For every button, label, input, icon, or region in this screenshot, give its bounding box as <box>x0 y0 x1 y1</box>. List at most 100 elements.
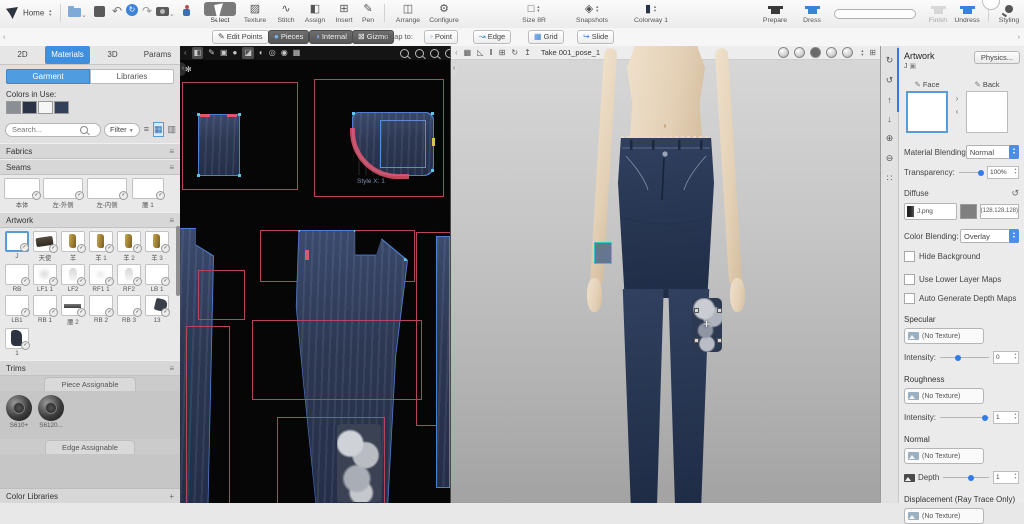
artwork-item[interactable]: ✓天使 <box>31 231 59 262</box>
grid-2d-icon[interactable]: ▦ <box>293 47 301 59</box>
roughness-intensity-slider[interactable] <box>940 417 989 418</box>
search-box[interactable] <box>5 123 101 137</box>
edit-points-button[interactable]: ✎Edit Points <box>212 30 269 44</box>
artwork-item[interactable]: ✓RB <box>3 264 31 293</box>
transparency-value[interactable]: 100% ▲▼ <box>987 166 1019 179</box>
copy-right-icon[interactable]: › <box>956 94 959 103</box>
pen-2d-icon[interactable]: ✎ <box>208 47 215 59</box>
finish-button[interactable]: Finish <box>924 2 952 24</box>
expand-right-icon[interactable]: › <box>1018 32 1021 41</box>
view-front-icon[interactable] <box>778 47 789 58</box>
tab-libraries[interactable]: Libraries <box>90 69 174 84</box>
collapse-3d-icon[interactable]: ‹ <box>455 48 458 57</box>
target-2d-icon[interactable]: ◉ <box>281 47 288 59</box>
artwork-item[interactable]: ✓RF2 <box>115 264 143 293</box>
styling-button[interactable]: Styling <box>996 2 1022 24</box>
tab-2d[interactable]: 2D <box>0 46 45 64</box>
take-pose-selector[interactable]: Take 001_pose_1 <box>541 48 600 57</box>
list-view-icon[interactable]: ≡ <box>143 122 150 137</box>
sync-button[interactable]: ↻ <box>126 4 138 16</box>
physics-button[interactable]: Physics... <box>974 51 1020 64</box>
edge-assignable-tab[interactable]: Edge Assignable <box>0 439 180 454</box>
avatar-button[interactable] <box>182 4 191 19</box>
artwork-item[interactable]: ✓羊 1 <box>87 231 115 262</box>
2d-pattern-view[interactable]: ‹ ◧ ✎ ▣ ● ◪ ◐ ◎ ◉ ▦ ‹ ✻ Style X: 1 <box>180 46 451 503</box>
view-side-icon[interactable] <box>826 47 837 58</box>
tab-materials[interactable]: Materials <box>45 46 90 64</box>
depth-slider[interactable] <box>943 477 989 478</box>
artwork-item[interactable]: ✓LB 1 <box>143 264 171 293</box>
3d-garment-view[interactable]: ‹ ▦ ◺ ‖ ⊞ ↻ ↥ Take 001_pose_1 ▲▼ ▲▼ ⊞ ‹ <box>451 46 880 503</box>
view-top-icon[interactable] <box>842 47 853 58</box>
filter-dropdown[interactable]: Filter ▼ <box>104 123 140 137</box>
snap-grid-toggle[interactable]: ▦Grid <box>528 30 564 44</box>
prepare-button[interactable]: Prepare <box>758 2 792 24</box>
window-layout-icon[interactable]: ⊞ <box>869 48 876 57</box>
trims-section-header[interactable]: Trims≡ <box>0 360 180 376</box>
back-swatch[interactable] <box>966 91 1008 133</box>
roughness-intensity-value[interactable]: 1 ▲▼ <box>993 411 1019 424</box>
undo-button[interactable]: ↶ <box>112 4 122 18</box>
3d-collapse-handle[interactable]: ‹ <box>451 62 457 76</box>
hide-background-checkbox[interactable] <box>904 251 915 262</box>
fabrics-section-header[interactable]: Fabrics≡ <box>0 143 180 159</box>
gizmo-handle[interactable] <box>694 308 699 313</box>
internal-toggle[interactable]: ◑Internal <box>309 30 353 44</box>
tool-pen[interactable]: ✎ Pen <box>356 2 380 24</box>
image-2d-icon[interactable]: ▣ <box>220 47 228 59</box>
colorway-selector[interactable]: ▮▲▼ Colorway 1 <box>628 2 674 24</box>
tab-garment[interactable]: Garment <box>6 69 90 84</box>
specular-texture-button[interactable]: (No Texture) <box>904 328 984 344</box>
info-2d-icon[interactable]: ◎ <box>269 47 276 59</box>
collapse-2d-icon[interactable]: ‹ <box>184 47 187 59</box>
cards-view-icon[interactable]: ▥ <box>167 122 178 137</box>
view-three-quarter-icon[interactable] <box>794 47 805 58</box>
color-libraries-header[interactable]: Color Libraries+ <box>0 488 180 503</box>
pieces-toggle[interactable]: ●Pieces <box>268 30 309 44</box>
size-selector[interactable]: □▲▼ Size 8R <box>512 2 556 24</box>
back-side[interactable]: ✎ Back <box>964 80 1010 133</box>
displacement-texture-button[interactable]: (No Texture) <box>904 508 984 524</box>
home-menu[interactable]: Home ▲▼ <box>6 7 52 19</box>
upload-3d-icon[interactable]: ↥ <box>524 48 531 57</box>
move-down-icon[interactable]: ↓ <box>881 114 898 124</box>
grid-3d-icon[interactable]: ▦ <box>464 48 472 57</box>
color-blending-select[interactable]: Overlay ▲▼ <box>960 229 1019 243</box>
color-swatch[interactable] <box>6 101 21 114</box>
distress-artwork[interactable] <box>337 424 381 502</box>
measure-3d-icon[interactable]: ◺ <box>477 48 483 57</box>
transparency-slider[interactable] <box>959 172 983 173</box>
material-blending-select[interactable]: Normal ▲▼ <box>966 145 1019 159</box>
jeans-leg[interactable] <box>621 289 665 503</box>
use-lower-layer-maps-checkbox[interactable] <box>904 274 915 285</box>
color-swatch[interactable] <box>22 101 37 114</box>
artwork-section-header[interactable]: Artwork≡ <box>0 212 180 228</box>
auto-generate-depth-maps-checkbox[interactable] <box>904 293 915 304</box>
dress-button[interactable]: Dress <box>798 2 826 24</box>
artwork-item[interactable]: ✓1 <box>3 328 31 357</box>
annotation-3d-icon[interactable]: ⊞ <box>499 48 506 57</box>
edit-2d-icon[interactable]: ◪ <box>242 47 254 59</box>
color-swatch[interactable] <box>54 101 69 114</box>
artwork-item[interactable]: ✓13 <box>143 295 171 326</box>
gizmo-handle[interactable] <box>694 338 699 343</box>
tool-configure[interactable]: ⚙ Configure <box>426 2 462 24</box>
slider-handle[interactable] <box>978 170 984 176</box>
depth-value[interactable]: 1 ▲▼ <box>993 471 1019 484</box>
pattern-piece-edge[interactable] <box>436 236 450 488</box>
collapse-left-icon[interactable]: ‹ <box>3 32 6 41</box>
search-input[interactable] <box>10 124 80 135</box>
zoom-in-icon[interactable] <box>415 49 424 58</box>
grid-view-icon[interactable]: ▦ <box>153 122 164 137</box>
snap-edge-toggle[interactable]: ↝Edge <box>473 30 511 44</box>
tab-params[interactable]: Params <box>135 46 180 64</box>
seam-item[interactable]: ✓左-外侧 <box>41 178 85 209</box>
slider-handle[interactable] <box>982 415 988 421</box>
diffuse-rgb-value[interactable]: (128.128.128) <box>980 204 1019 219</box>
piece-assignable-tab[interactable]: Piece Assignable <box>0 376 180 391</box>
zoom-in-icon[interactable]: ⊕ <box>881 133 898 144</box>
trim-item[interactable]: S610+ <box>6 395 32 435</box>
fit-view-icon[interactable]: ∷ <box>881 173 898 184</box>
undress-button[interactable]: Undress <box>950 2 984 24</box>
point-2d-icon[interactable]: ● <box>233 47 238 59</box>
